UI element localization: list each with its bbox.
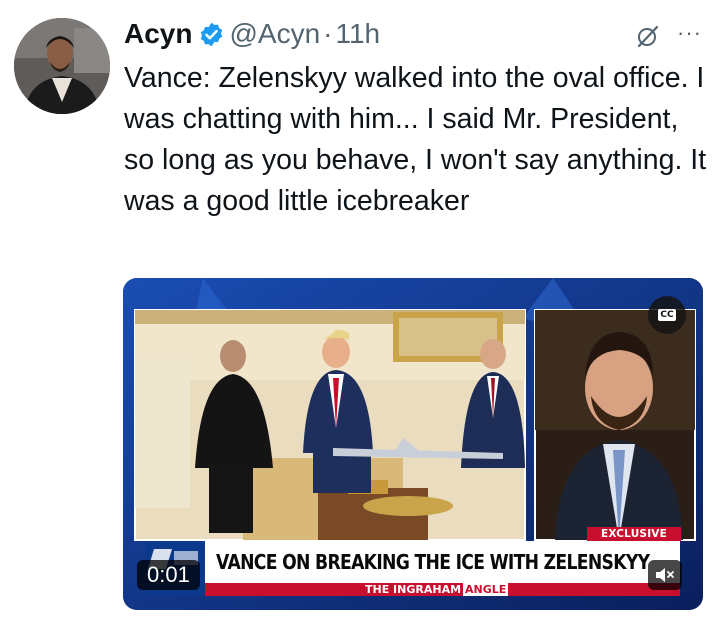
show-name-highlight: ANGLE — [463, 583, 509, 596]
avatar[interactable] — [14, 18, 110, 114]
lower-third: VANCE ON BREAKING THE ICE WITH ZELENSKYY — [205, 541, 680, 583]
tweet-header: Acyn @Acyn · 11h — [124, 14, 380, 54]
cc-button[interactable]: CC — [648, 296, 686, 334]
tweet-time[interactable]: 11h — [335, 18, 380, 50]
separator-dot: · — [323, 18, 333, 49]
video-timestamp: 0:01 — [137, 560, 200, 590]
exclusive-badge: EXCLUSIVE — [587, 527, 681, 541]
grok-icon[interactable] — [636, 24, 660, 48]
cc-icon: CC — [658, 309, 676, 321]
author-handle[interactable]: @Acyn — [229, 18, 320, 50]
more-icon[interactable]: ··· — [677, 20, 702, 46]
verified-badge-icon — [201, 22, 223, 46]
headline: VANCE ON BREAKING THE ICE WITH ZELENSKYY — [216, 550, 650, 574]
tweet-text: Vance: Zelenskyy walked into the oval of… — [124, 62, 715, 217]
show-name: THE INGRAHAM ANGLE — [365, 583, 509, 596]
author-name[interactable]: Acyn — [124, 18, 192, 50]
mute-icon — [656, 568, 674, 582]
mute-button[interactable] — [648, 560, 682, 590]
show-name-prefix: THE INGRAHAM — [365, 583, 462, 596]
